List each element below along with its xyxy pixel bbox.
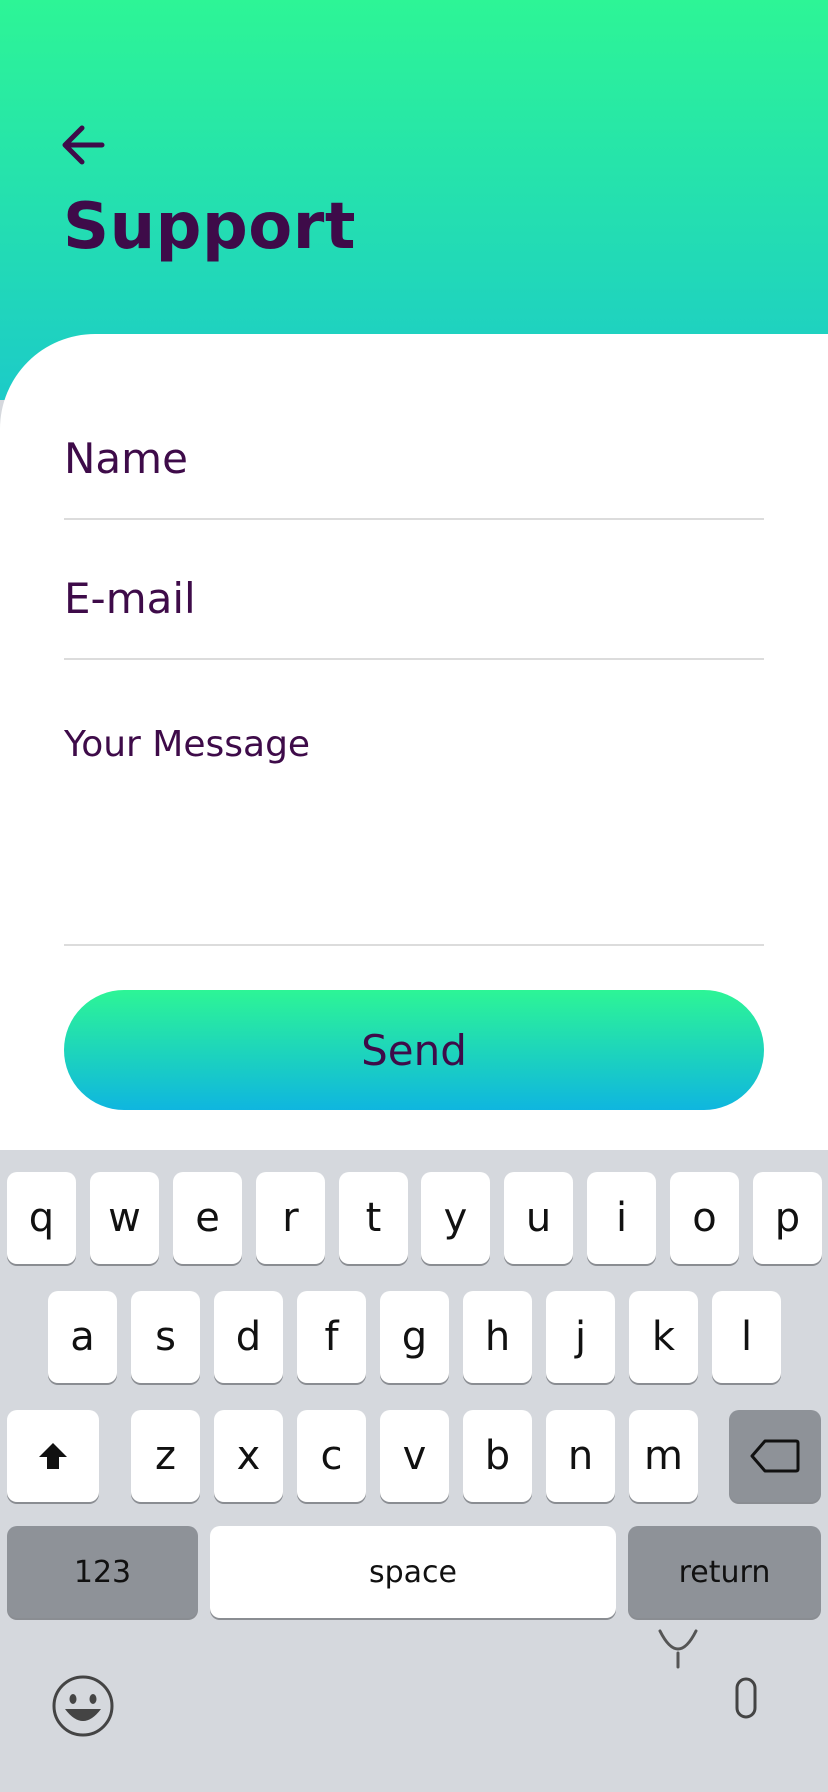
message-field[interactable]: Your Message [64,724,764,946]
cursor-handle [656,1625,700,1669]
key[interactable]: p [753,1172,822,1264]
key[interactable]: h [463,1291,532,1383]
email-field[interactable]: E-mail [64,574,764,660]
dictation-button[interactable] [728,1675,764,1725]
send-button[interactable]: Send [64,990,764,1110]
key[interactable]: s [131,1291,200,1383]
keyboard-row-3: z x c v b n m [0,1410,828,1502]
keyboard-row-4: 123 space return [0,1526,828,1618]
key[interactable]: u [504,1172,573,1264]
numbers-key[interactable]: 123 [7,1526,198,1618]
key[interactable]: o [670,1172,739,1264]
microphone-icon [735,1677,757,1719]
key[interactable]: b [463,1410,532,1502]
send-label: Send [361,1025,467,1075]
key[interactable]: i [587,1172,656,1264]
key[interactable]: z [131,1410,200,1502]
key[interactable]: f [297,1291,366,1383]
keyboard: q w e r t y u i o p a s d f g h j k l z … [0,1150,828,1792]
emoji-button[interactable] [50,1673,116,1739]
text-cursor-icon [658,1629,698,1669]
page-title: Support [63,190,356,264]
key[interactable]: y [421,1172,490,1264]
back-button[interactable] [58,120,108,170]
key[interactable]: k [629,1291,698,1383]
name-placeholder: Name [64,434,188,483]
key[interactable]: v [380,1410,449,1502]
key[interactable]: l [712,1291,781,1383]
key[interactable]: q [7,1172,76,1264]
key[interactable]: n [546,1410,615,1502]
email-placeholder: E-mail [64,574,196,623]
key[interactable]: x [214,1410,283,1502]
support-form: Name E-mail Your Message Send [0,334,828,1150]
key[interactable]: w [90,1172,159,1264]
key[interactable]: t [339,1172,408,1264]
backspace-icon [750,1439,800,1473]
message-placeholder: Your Message [64,724,311,765]
backspace-key[interactable] [729,1410,821,1502]
space-key[interactable]: space [210,1526,616,1618]
key[interactable]: m [629,1410,698,1502]
key[interactable]: a [48,1291,117,1383]
shift-key[interactable] [7,1410,99,1502]
keyboard-row-2: a s d f g h j k l [0,1291,828,1383]
key[interactable]: j [546,1291,615,1383]
return-key[interactable]: return [628,1526,821,1618]
key[interactable]: e [173,1172,242,1264]
name-field[interactable]: Name [64,434,764,520]
key[interactable]: g [380,1291,449,1383]
shift-icon [39,1443,67,1469]
key[interactable]: r [256,1172,325,1264]
keyboard-row-1: q w e r t y u i o p [0,1172,828,1264]
key[interactable]: c [297,1410,366,1502]
back-arrow-icon [62,125,105,165]
emoji-icon [52,1675,114,1737]
key[interactable]: d [214,1291,283,1383]
